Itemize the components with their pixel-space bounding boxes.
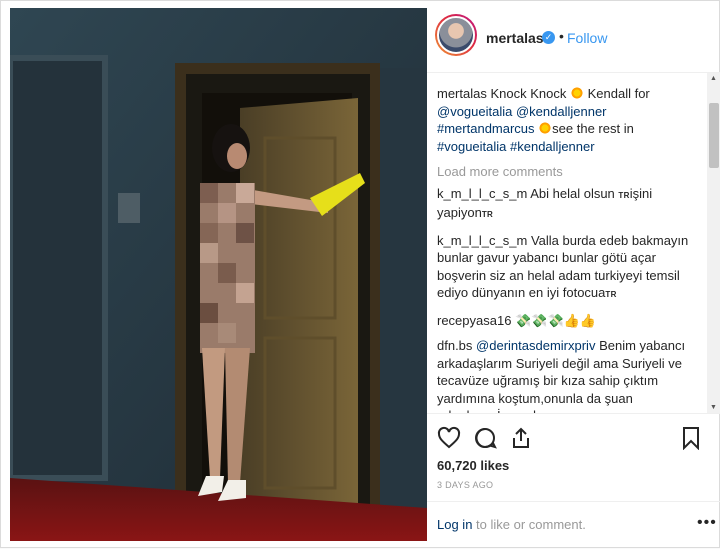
collision-emoji-icon [569, 86, 584, 100]
flag-tr-label: TR [618, 190, 630, 200]
pixelation-mosaic [200, 183, 255, 353]
login-prompt-text: to like or comment. [476, 517, 586, 532]
mention-link[interactable]: @kendalljenner [516, 104, 607, 119]
caption-text: Kendall for [587, 86, 650, 101]
instagram-post: mertalas ✓ • Follow mertalas Knock Knock… [0, 0, 720, 548]
comments-scrollbar[interactable]: ▲ ▼ [707, 73, 720, 413]
comments-list: mertalas Knock Knock Kendall for @voguei… [437, 85, 703, 413]
load-more-comments[interactable]: Load more comments [437, 163, 703, 181]
action-bar: 60,720 likes 3 DAYS AGO [427, 413, 720, 513]
caption: mertalas Knock Knock Kendall for @voguei… [437, 85, 703, 155]
heart-icon[interactable] [437, 426, 461, 450]
flag-tr-label: TR [481, 210, 494, 219]
thumbs-up-emoji-icon: 👍👍 [563, 312, 597, 328]
comment-text: Abi helal olsun [530, 185, 615, 201]
scroll-thumb[interactable] [709, 103, 719, 168]
caption-username[interactable]: mertalas [437, 86, 487, 101]
comment-username[interactable]: k_m_l_l_c_s_m [437, 233, 527, 248]
money-emoji-icon: 💸💸💸 [515, 312, 564, 328]
header-username[interactable]: mertalas [486, 30, 544, 46]
collision-emoji-icon [538, 121, 553, 135]
photo-scene [10, 8, 427, 541]
hashtag-link[interactable]: #mertandmarcus [437, 121, 535, 136]
comment-username[interactable]: recepyasa16 [437, 313, 511, 328]
post-timestamp[interactable]: 3 DAYS AGO [437, 480, 493, 490]
hashtag-link[interactable]: #kendalljenner [510, 139, 595, 154]
post-header: mertalas ✓ • Follow [427, 1, 720, 73]
share-icon[interactable] [509, 426, 533, 450]
comment-footer: Log in to like or comment. ••• [427, 501, 720, 549]
header-separator: • [559, 28, 564, 44]
avatar[interactable] [435, 14, 477, 56]
caption-text: Knock Knock [490, 86, 567, 101]
flag-tr-label: TR [605, 290, 617, 299]
post-photo[interactable] [10, 8, 427, 541]
mention-link[interactable]: @vogueitalia [437, 104, 512, 119]
bookmark-icon[interactable] [679, 426, 703, 450]
login-link[interactable]: Log in [437, 517, 472, 532]
hashtag-link[interactable]: #vogueitalia [437, 139, 506, 154]
side-panel: mertalas ✓ • Follow mertalas Knock Knock… [427, 1, 720, 549]
caption-text: see the rest in [552, 121, 634, 136]
avatar-image [437, 16, 475, 54]
comment-username[interactable]: k_m_l_l_c_s_m [437, 186, 527, 201]
comment: k_m_l_l_c_s_m Abi helal olsun TRişini ya… [437, 185, 703, 224]
likes-count[interactable]: 60,720 likes [437, 458, 509, 473]
comment-username[interactable]: dfn.bs [437, 338, 472, 353]
follow-button[interactable]: Follow [567, 30, 607, 46]
comment-icon[interactable] [473, 426, 497, 450]
mention-link[interactable]: @derintasdemirxpriv [476, 338, 595, 353]
comment: k_m_l_l_c_s_m Valla burda edeb bakmayın … [437, 232, 703, 304]
comment: dfn.bs @derintasdemirxpriv Benim yabancı… [437, 337, 703, 413]
scroll-down-arrow-icon[interactable]: ▼ [710, 404, 717, 411]
more-options-icon[interactable]: ••• [697, 514, 717, 532]
comment: recepyasa16 💸💸💸👍👍 [437, 312, 703, 330]
login-prompt: Log in to like or comment. [437, 517, 586, 532]
scroll-up-arrow-icon[interactable]: ▲ [710, 75, 717, 82]
verified-icon: ✓ [542, 31, 555, 44]
